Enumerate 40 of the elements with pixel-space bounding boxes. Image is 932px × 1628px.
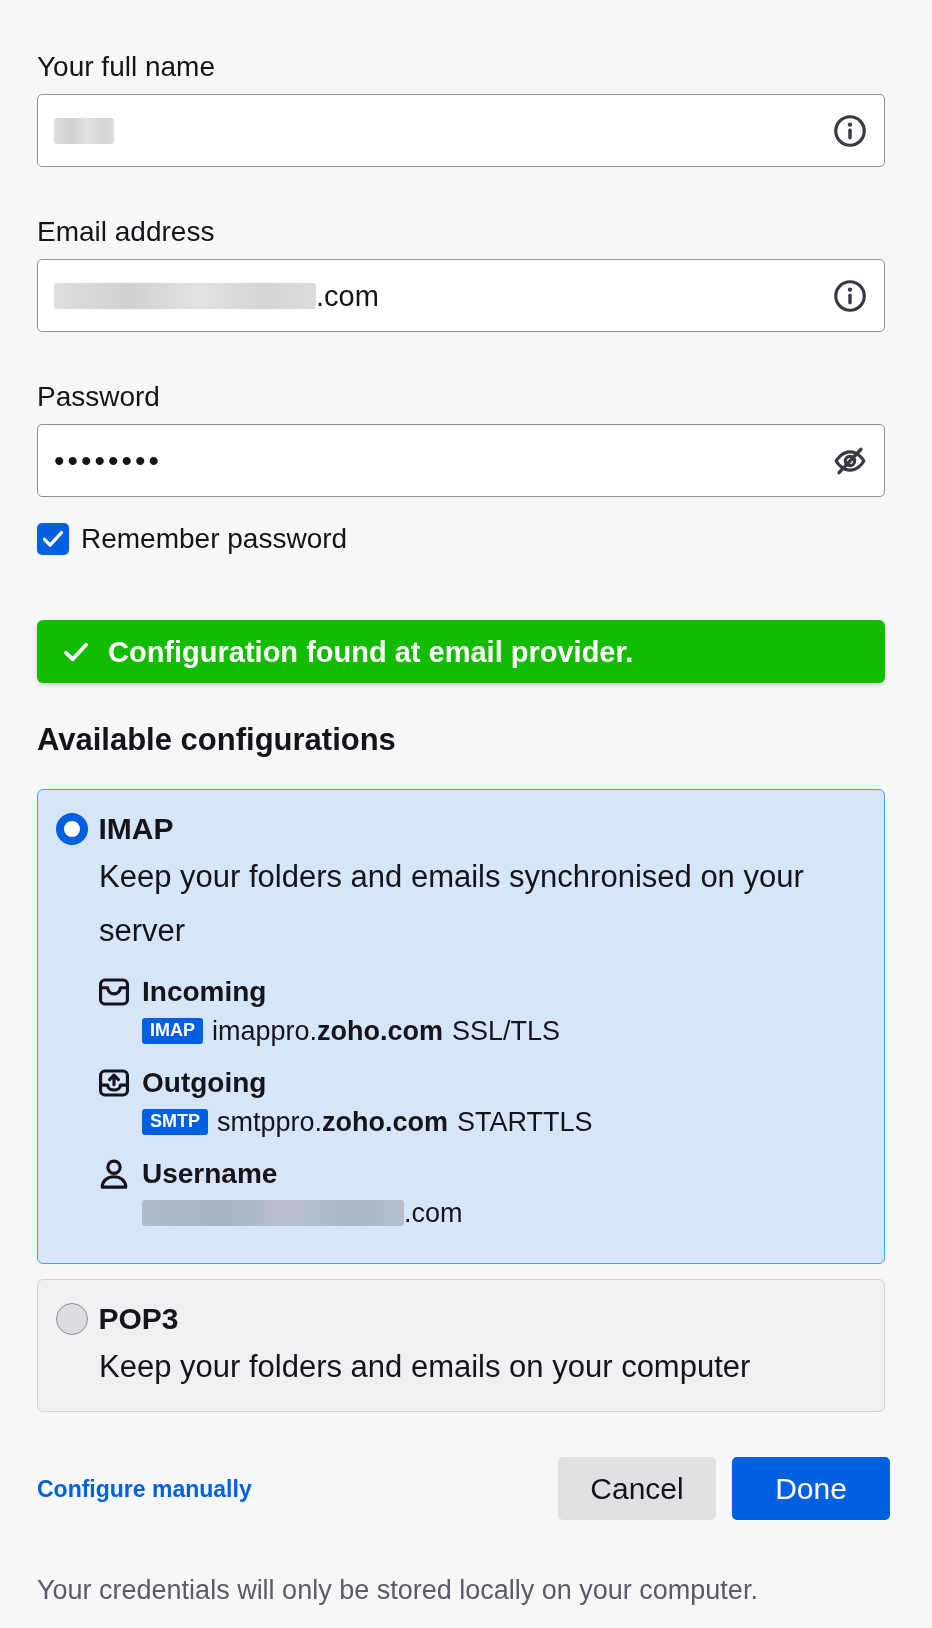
cancel-button[interactable]: Cancel [558, 1457, 716, 1520]
radio-button[interactable] [55, 812, 88, 845]
config-option-card[interactable]: IMAP Keep your folders and emails synchronised on your server Incoming IMAP imappro.zoho.com SSL/TLS Outgoing SMTP smtppro.zoho.com STARTTLS Username .com [37, 789, 885, 1264]
server-host: imappro.zoho.com [212, 1014, 444, 1047]
protocol-badge: IMAP [142, 1017, 203, 1044]
field-value: .com [316, 278, 379, 314]
security-type: SSL/TLS [452, 1014, 561, 1047]
config-option-card[interactable]: POP3 Keep your folders and emails on your computer [37, 1279, 885, 1412]
option-description: Keep your folders and emails synchronised on your server [99, 857, 805, 950]
banner-text: Configuration found at email provider. [108, 634, 634, 669]
inbox-tray-icon [99, 976, 129, 1007]
detail-title: Outgoing [142, 1065, 267, 1100]
check-icon [64, 641, 88, 662]
section-heading: Available configurations [37, 724, 396, 756]
option-title: IMAP [98, 812, 174, 845]
field-value: •••••••• [54, 442, 163, 479]
protocol-badge: SMTP [142, 1108, 208, 1135]
checkmark-icon [43, 531, 63, 547]
done-button[interactable]: Done [732, 1457, 890, 1520]
credentials-note: Your credentials will only be stored locally on your computer. [37, 1574, 758, 1606]
security-type: STARTTLS [457, 1105, 593, 1138]
info-icon[interactable] [834, 279, 866, 312]
checkbox-label: Remember password [81, 523, 348, 555]
person-icon [99, 1158, 129, 1189]
field-label: Email address [37, 216, 215, 248]
password-field[interactable]: •••••••• [37, 424, 885, 497]
option-title: POP3 [98, 1302, 179, 1335]
username-value: .com [404, 1196, 463, 1229]
detail-title: Username [142, 1156, 278, 1191]
radio-button[interactable] [55, 1302, 88, 1335]
configure-manually-link[interactable]: Configure manually [37, 1474, 252, 1503]
server-host: smtppro.zoho.com [217, 1105, 449, 1138]
field-label: Password [37, 381, 160, 413]
name-field[interactable] [37, 94, 885, 167]
checkbox[interactable] [37, 523, 69, 555]
option-description: Keep your folders and emails on your computer [99, 1347, 752, 1386]
detail-title: Incoming [142, 974, 267, 1009]
field-label: Your full name [37, 51, 215, 83]
email-field[interactable]: .com [37, 259, 885, 332]
info-icon[interactable] [834, 114, 866, 147]
